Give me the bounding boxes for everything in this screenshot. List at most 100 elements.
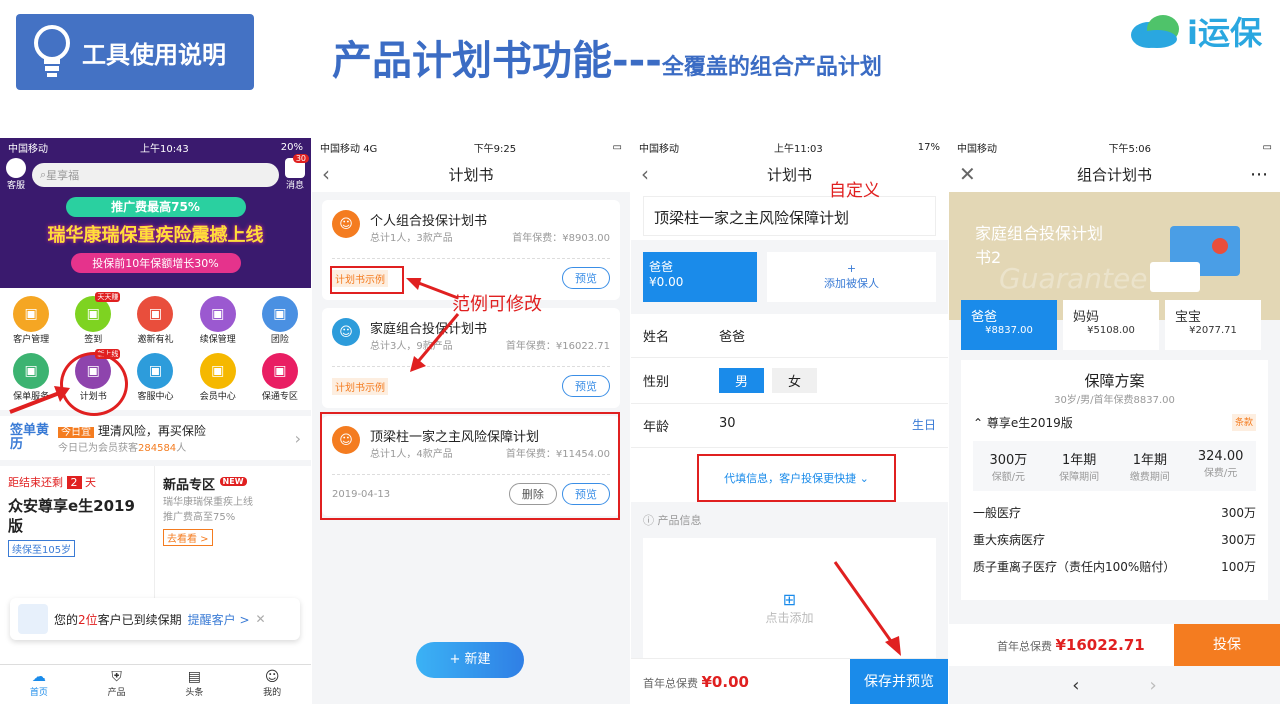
annotation-custom: 自定义 <box>829 181 880 201</box>
nav-title: 计划书 <box>766 165 812 184</box>
feature-item[interactable]: ▣ 客服中心 <box>124 353 186 402</box>
feature-item[interactable]: ▣ 会员中心 <box>187 353 249 402</box>
plan-title: 保障方案 <box>1084 372 1145 390</box>
remind-button[interactable]: 提醒客户 > <box>188 611 250 628</box>
plan-list-panel: 中国移动 4G 下午9:25 ▭ ‹ 计划书 ☺ 个人组合投保计划书 总计1人，3款产品首… <box>312 138 630 704</box>
add-insured-button[interactable]: + 添加被保人 <box>767 252 936 302</box>
tab-item[interactable]: ⛨ 产品 <box>78 665 156 704</box>
birthday-button[interactable]: 生日 <box>912 416 936 435</box>
coverage-row: 重大疾病医疗 300万 <box>973 533 1256 547</box>
tool-guide-badge: 工具使用说明 <box>16 14 254 90</box>
preview-button[interactable]: 预览 <box>562 267 610 289</box>
coverage-row: 一般医疗 300万 <box>973 506 1256 520</box>
promo-banner-sub: 投保前10年保额增长30% <box>70 253 241 273</box>
new-plan-button[interactable]: + 新建 <box>416 642 524 678</box>
back-nav-icon[interactable]: ‹ <box>1072 675 1079 696</box>
renew-notice: 您的2位客户已到续保期 提醒客户 > ✕ <box>10 598 300 640</box>
tab-icon: ▤ <box>187 669 201 685</box>
feature-icon: ▣ <box>261 296 298 332</box>
cloud-icon <box>1131 15 1180 48</box>
tab-item[interactable]: ☁ 首页 <box>0 665 78 704</box>
member-tab[interactable]: 妈妈 ¥5108.00 <box>1063 300 1159 350</box>
stat-item: 300万 保额/元 <box>989 453 1028 483</box>
red-arrow-icon <box>9 386 70 414</box>
save-preview-button[interactable]: 保存并预览 <box>850 658 948 704</box>
feature-item[interactable]: ▣ 签到 天天赚 <box>62 292 124 345</box>
plan-card[interactable]: ☺ 家庭组合投保计划书 总计3人，9款产品 首年保费：¥16022.71 计划书示例预… <box>322 308 620 408</box>
feature-icon: ▣ <box>261 353 298 389</box>
annotation-editable: 范例可修改 <box>452 294 542 315</box>
plan-name-input[interactable]: 顶梁柱一家之主风险保障计划 <box>643 196 936 236</box>
feature-item[interactable]: ▣ 保通专区 <box>249 353 311 402</box>
combo-plan-panel: 中国移动 下午5:06 ▭ ✕ 组合计划书 ⋯ 家庭组合投保计划 书2 Guarantee… <box>949 138 1280 704</box>
promo-banner-title[interactable]: 瑞华康瑞保重疾险震撼上线 <box>0 221 311 247</box>
stat-item: 324.00 保费/元 <box>1197 449 1244 479</box>
nav-title: 组合计划书 <box>1076 165 1152 184</box>
feature-item[interactable]: ▣ 续保管理 <box>187 296 249 345</box>
product-name: 众安尊享e生2019版 <box>8 497 135 535</box>
plan-icon: ☺ <box>332 318 360 346</box>
badge-label: 工具使用说明 <box>82 40 226 69</box>
calendar-icon <box>18 604 48 634</box>
new-product-card[interactable]: 新品专区 NEW 瑞华康瑞保重疾上线 推广费高至75% 去看看 > <box>155 466 311 620</box>
today-text: 理清风险，再买保险 <box>97 424 206 438</box>
tab-item[interactable]: ▤ 头条 <box>156 665 234 704</box>
member-tab[interactable]: 爸爸 ¥8837.00 <box>961 300 1057 350</box>
tab-icon: ☁ <box>31 669 46 685</box>
red-arrow-icon <box>833 561 901 656</box>
buy-button[interactable]: 投保 <box>1174 624 1280 666</box>
more-icon[interactable]: ⋯ <box>1250 164 1268 185</box>
illustration-icon <box>1150 226 1240 292</box>
headset-icon <box>6 158 26 178</box>
feature-item[interactable]: ▣ 邀新有礼 <box>124 296 186 345</box>
plan-highlight <box>320 412 620 520</box>
preview-button[interactable]: 预览 <box>562 375 610 397</box>
product-card[interactable]: 距结束还剩 2 天 众安尊享e生2019版 续保至105岁 <box>0 466 155 620</box>
plan-edit-panel: 中国移动 上午11:03 17% ‹ 计划书 自定义 顶梁柱一家之主风险保障计划 爸爸… <box>631 138 948 704</box>
age-field[interactable]: 30 <box>719 416 912 435</box>
forward-nav-icon[interactable]: › <box>1150 675 1157 696</box>
gender-female[interactable]: 女 <box>772 368 818 393</box>
page-title: 产品计划书功能---全覆盖的组合产品计划 <box>332 38 882 84</box>
stat-item: 1年期 缴费期间 <box>1129 453 1170 483</box>
kefu-button[interactable]: 客服 <box>6 158 26 191</box>
feature-icon: ▣ <box>199 296 236 332</box>
battery-icon: ▭ <box>612 141 622 153</box>
gender-male[interactable]: 男 <box>719 368 765 393</box>
close-icon[interactable]: ✕ <box>959 162 976 186</box>
clause-link[interactable]: 条款 <box>1231 414 1256 431</box>
insured-tab-dad[interactable]: 爸爸 ¥0.00 <box>643 252 757 302</box>
feature-item[interactable]: ▣ 团险 <box>249 296 311 345</box>
coverage-stats: 300万 保额/元 1年期 保障期间 1年期 缴费期间 324.00 保费/元 <box>973 441 1256 491</box>
feature-icon: ▣ <box>137 353 174 389</box>
msg-count-badge: 30 <box>292 154 309 163</box>
tab-icon: ☺ <box>264 669 280 685</box>
example-highlight <box>330 266 404 294</box>
feature-item[interactable]: ▣ 客户管理 <box>0 296 62 345</box>
message-button[interactable]: 消息 30 <box>285 154 309 191</box>
coverage-row: 质子重离子医疗（责任内100%赔付） 100万 <box>973 560 1256 574</box>
feature-icon: ▣ <box>137 296 174 332</box>
tab-icon: ⛨ <box>111 669 122 685</box>
search-input[interactable]: ⌕ 星享福 <box>32 162 279 187</box>
tab-item[interactable]: ☺ 我的 <box>233 665 311 704</box>
brand-logo: i运保 <box>1129 8 1262 54</box>
back-icon[interactable]: ‹ <box>641 162 649 186</box>
tab-bar: ☁ 首页 ⛨ 产品 ▤ 头条 ☺ 我的 <box>0 664 311 704</box>
lightbulb-icon <box>34 25 70 77</box>
see-button[interactable]: 去看看 > <box>163 529 213 546</box>
name-field[interactable]: 爸爸 <box>719 326 745 345</box>
app-home-panel: 中国移动 上午10:43 20% 客服 ⌕ 星享福 消息 30 推广费最高75% 瑞华… <box>0 138 311 704</box>
back-icon[interactable]: ‹ <box>322 162 330 186</box>
member-tab[interactable]: 宝宝 ¥2077.71 <box>1165 300 1261 350</box>
feature-icon: ▣ <box>199 353 236 389</box>
feature-icon: ▣ <box>13 296 50 332</box>
page-subtitle: 全覆盖的组合产品计划 <box>661 55 882 80</box>
fill-hint-button[interactable]: 代填信息，客户投保更快捷 ⌄ <box>697 454 896 502</box>
promo-badge: 推广费最高75% <box>65 197 246 217</box>
battery-icon: ▭ <box>1262 141 1272 153</box>
close-icon[interactable]: ✕ <box>256 612 266 626</box>
today-tag: 今日宜 <box>58 427 94 438</box>
product-name[interactable]: ⌃ 尊享e生2019版 <box>973 414 1073 431</box>
renew-tag: 续保至105岁 <box>8 540 76 557</box>
